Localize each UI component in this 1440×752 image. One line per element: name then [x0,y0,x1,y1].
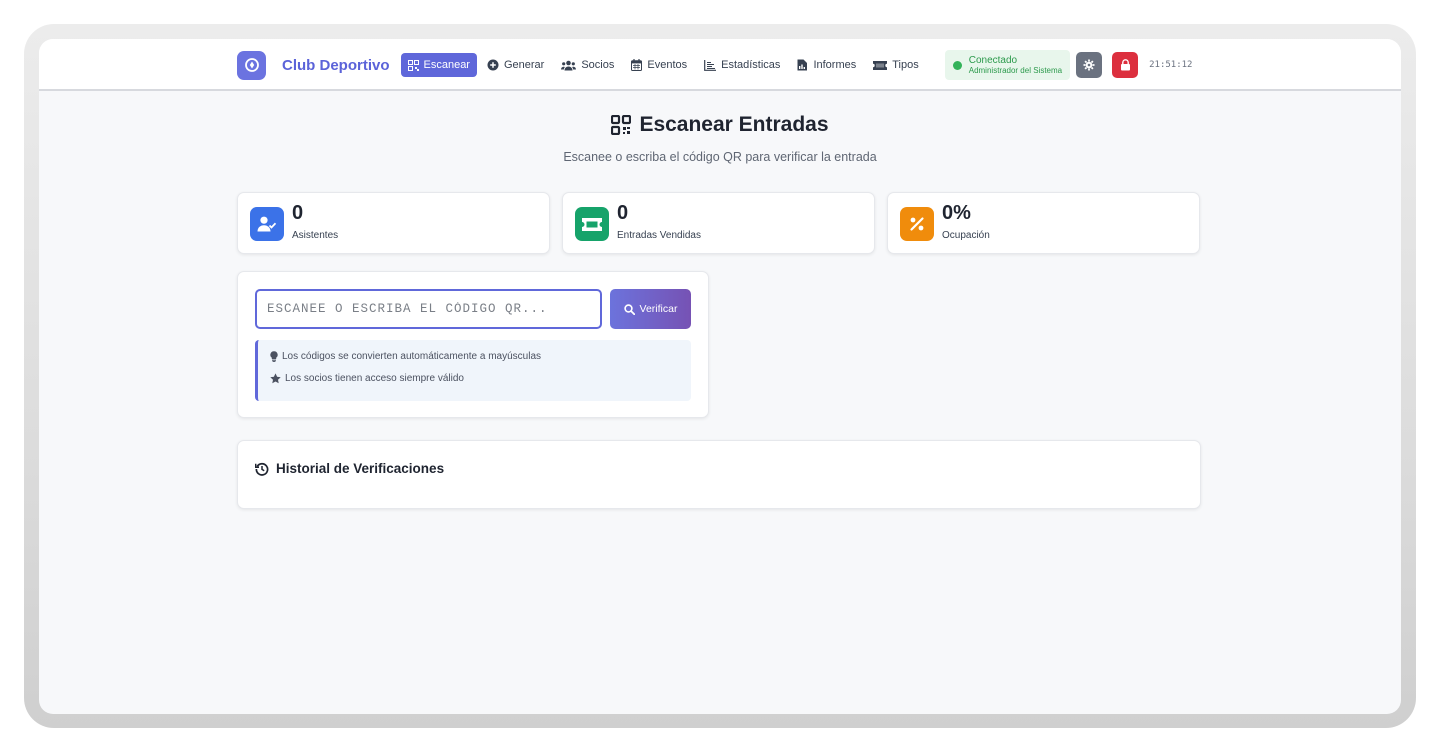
nav-item-label: Generar [503,59,545,71]
calendar-icon [631,59,643,71]
status-dot-icon [952,60,962,70]
qr-code-input[interactable] [255,289,602,329]
nav-item-estadisticas[interactable]: Estadísticas [697,53,787,77]
lock-button[interactable] [1112,52,1139,78]
logo-icon[interactable] [237,50,266,80]
nav-item-eventos[interactable]: Eventos [624,53,694,77]
scanner-panel: Verificar Los códigos se convierten auto… [237,271,709,418]
verify-button-label: Verificar [639,303,678,315]
nav-item-label: Eventos [647,59,688,71]
nav-item-label: Tipos [892,59,919,71]
gear-icon [1083,59,1095,71]
page-subtitle: Escanee o escriba el código QR para veri… [563,150,877,164]
nav-item-informes[interactable]: Informes [790,53,863,77]
page-title-text: Escanear Entradas [639,113,829,136]
nav-item-label: Escanear [423,59,470,71]
history-panel: Historial de Verificaciones [237,440,1201,509]
stat-card-ocupacion: 0% Ocupación [887,192,1200,254]
stat-label: Ocupación [942,230,990,241]
plus-circle-icon [487,59,499,71]
tip-text: Los códigos se convierten automáticament… [282,351,542,362]
nav-item-label: Informes [813,59,857,71]
app-window: Club Deportivo Escanear Generar Socios E… [39,39,1401,714]
nav-item-escanear[interactable]: Escanear [400,53,477,77]
nav-item-socios[interactable]: Socios [554,53,621,77]
star-icon [270,373,281,384]
stat-card-asistentes: 0 Asistentes [237,192,550,254]
top-navbar: Club Deportivo Escanear Generar Socios E… [39,39,1401,91]
stat-card-entradas-vendidas: 0 Entradas Vendidas [562,192,875,254]
connection-status: Conectado Administrador del Sistema [944,50,1071,80]
stat-label: Entradas Vendidas [617,230,701,241]
tip-item: Los códigos se convierten automáticament… [270,351,691,362]
lock-icon [1120,59,1130,71]
qrcode-icon [611,115,632,135]
nav-item-label: Socios [581,59,615,71]
qrcode-icon [407,59,419,71]
stat-value: 0% [942,202,971,224]
nav-item-tipos[interactable]: Tipos [866,53,926,77]
scanner-tips: Los códigos se convierten automáticament… [255,340,691,401]
users-icon [561,60,577,70]
file-chart-icon [797,59,808,71]
settings-button[interactable] [1076,52,1103,78]
nav-item-label: Estadísticas [721,59,781,71]
search-icon [623,303,635,315]
ticket-icon [873,60,888,70]
status-subtitle: Administrador del Sistema [968,65,1063,75]
stat-value: 0 [292,202,304,224]
stat-label: Asistentes [292,230,339,241]
tip-item: Los socios tienen acceso siempre válido [270,373,691,384]
lightbulb-icon [270,351,278,362]
clock: 21:51:12 [1149,60,1193,70]
nav-item-generar[interactable]: Generar [480,53,551,77]
verify-button[interactable]: Verificar [610,289,691,329]
history-title-text: Historial de Verificaciones [276,461,445,476]
brand-title[interactable]: Club Deportivo [282,57,390,74]
history-title: Historial de Verificaciones [255,461,444,476]
chart-line-icon [704,59,717,71]
user-check-icon [250,207,284,241]
stat-value: 0 [617,202,629,224]
nav-bar: Club Deportivo Escanear Generar Socios E… [237,50,1193,80]
status-title: Conectado [968,54,1018,66]
ticket-icon [575,207,609,241]
page-title: Escanear Entradas [39,113,1401,137]
percent-icon [900,207,934,241]
history-icon [255,462,269,476]
tip-text: Los socios tienen acceso siempre válido [285,373,464,384]
